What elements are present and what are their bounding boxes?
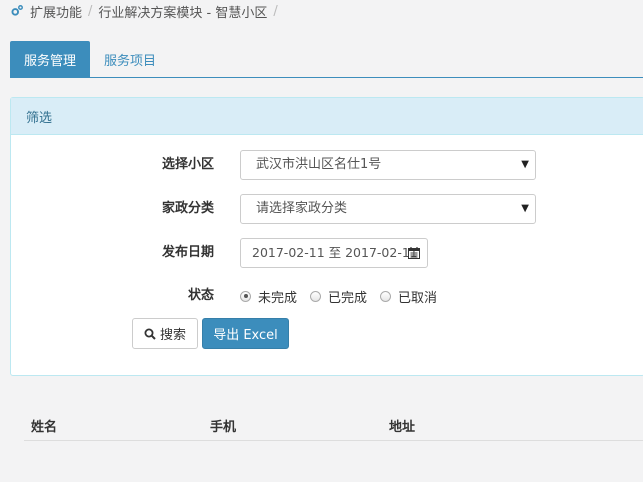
caret-down-icon: ▼ (521, 203, 529, 214)
calendar-icon (408, 247, 420, 259)
date-row: 发布日期 2017-02-11 至 2017-02-11 (11, 238, 643, 268)
radio-unchecked-icon (380, 290, 392, 302)
search-icon (144, 328, 156, 340)
category-row: 家政分类 请选择家政分类 ▼ (11, 194, 643, 224)
search-button-label: 搜索 (159, 328, 186, 343)
radio-checked-icon (240, 290, 251, 302)
caret-down-icon: ▼ (521, 159, 529, 170)
search-button[interactable]: 搜索 (132, 318, 198, 349)
status-radio-completed[interactable]: 已完成 (310, 287, 367, 306)
category-select-value: 请选择家政分类 (256, 201, 348, 216)
status-radio-cancelled[interactable]: 已取消 (380, 287, 437, 306)
cogs-icon (11, 5, 23, 16)
tab-service-management[interactable]: 服务管理 (10, 41, 91, 78)
date-range-value: 2017-02-11 至 2017-02-11 (252, 245, 418, 260)
column-header-address[interactable]: 地址 (389, 416, 415, 435)
status-radio-label: 已完成 (328, 290, 368, 306)
status-label: 状态 (187, 288, 214, 303)
status-radio-label: 未完成 (258, 290, 298, 306)
breadcrumb: 扩展功能 / 行业解决方案模块 - 智慧小区 / (10, 0, 278, 22)
status-radio-incomplete[interactable]: 未完成 (240, 287, 297, 306)
breadcrumb-item-smart-community[interactable]: 行业解决方案模块 - 智慧小区 (98, 2, 267, 21)
table-header: 姓名 手机 地址 (24, 408, 643, 441)
date-label: 发布日期 (161, 245, 214, 260)
status-radio-group: 未完成 已完成 已取消 (240, 281, 450, 311)
column-header-name[interactable]: 姓名 (31, 416, 57, 435)
breadcrumb-item-extensions[interactable]: 扩展功能 (30, 2, 82, 21)
actions-row: 搜索 导出 Excel (11, 318, 643, 349)
category-label: 家政分类 (161, 201, 214, 216)
community-row: 选择小区 武汉市洪山区名仕1号 ▼ (11, 150, 643, 180)
status-row: 状态 未完成 已完成 已取消 (11, 281, 643, 311)
breadcrumb-separator: / (273, 3, 278, 19)
tab-bar: 服务管理 服务项目 (10, 41, 643, 78)
export-excel-button[interactable]: 导出 Excel (202, 318, 289, 349)
column-header-phone[interactable]: 手机 (210, 416, 236, 435)
category-select[interactable]: 请选择家政分类 ▼ (240, 194, 536, 224)
filter-panel-heading: 筛选 (11, 98, 643, 135)
date-range-input[interactable]: 2017-02-11 至 2017-02-11 (240, 238, 428, 268)
breadcrumb-separator: / (88, 3, 93, 19)
tab-service-items[interactable]: 服务项目 (90, 41, 170, 78)
community-select[interactable]: 武汉市洪山区名仕1号 ▼ (240, 150, 536, 180)
radio-unchecked-icon (310, 290, 322, 302)
community-label: 选择小区 (161, 157, 214, 172)
community-select-value: 武汉市洪山区名仕1号 (256, 157, 382, 172)
status-radio-label: 已取消 (398, 290, 438, 306)
filter-panel: 筛选 选择小区 武汉市洪山区名仕1号 ▼ 家政分类 请选择家政分类 ▼ 发布日期… (10, 97, 643, 376)
